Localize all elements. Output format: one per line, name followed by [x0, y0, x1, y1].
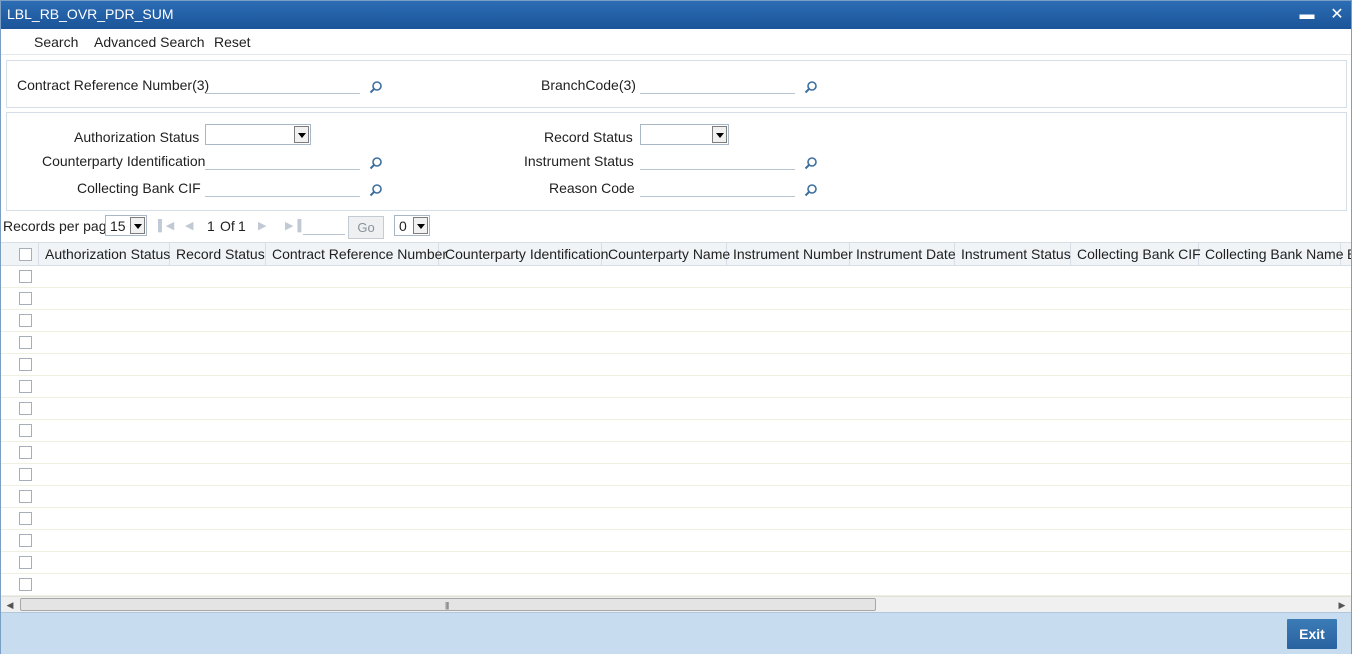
- table-row[interactable]: [1, 332, 1351, 354]
- row-checkbox[interactable]: [19, 446, 32, 459]
- advanced-search-menu[interactable]: Advanced Search: [94, 34, 205, 50]
- branch-code-lookup-icon[interactable]: [804, 80, 818, 94]
- next-page-icon[interactable]: ▶: [258, 220, 270, 232]
- contract-ref-input[interactable]: [205, 76, 360, 94]
- scroll-left-icon[interactable]: ◀: [5, 600, 15, 610]
- first-page-icon[interactable]: ▌◀: [158, 220, 174, 232]
- counterparty-id-label: Counterparty Identification: [42, 153, 206, 169]
- column-header[interactable]: Instrument Number: [727, 243, 853, 265]
- column-header[interactable]: Counterparty Identification: [439, 243, 608, 265]
- reset-menu[interactable]: Reset: [214, 34, 251, 50]
- goto-select[interactable]: 0: [394, 215, 430, 236]
- instrument-status-label: Instrument Status: [524, 153, 634, 169]
- collecting-bank-cif-lookup-icon[interactable]: [369, 183, 383, 197]
- table-row[interactable]: [1, 508, 1351, 530]
- authorization-status-select[interactable]: [205, 124, 311, 145]
- row-checkbox[interactable]: [19, 534, 32, 547]
- row-checkbox[interactable]: [19, 578, 32, 591]
- contract-ref-lookup-icon[interactable]: [369, 80, 383, 94]
- table-row[interactable]: [1, 552, 1351, 574]
- go-button[interactable]: Go: [348, 216, 384, 239]
- chevron-down-icon: [130, 217, 145, 234]
- grip-icon: |||: [445, 601, 449, 610]
- table-row[interactable]: [1, 574, 1351, 596]
- row-checkbox[interactable]: [19, 380, 32, 393]
- chevron-down-icon: [712, 126, 727, 143]
- previous-page-icon[interactable]: ◀: [185, 220, 197, 232]
- table-row[interactable]: [1, 398, 1351, 420]
- record-status-select[interactable]: [640, 124, 729, 145]
- of-label: Of: [220, 218, 235, 234]
- table-row[interactable]: [1, 464, 1351, 486]
- horizontal-scrollbar[interactable]: ◀ ||| ▶: [1, 596, 1351, 612]
- collecting-bank-cif-input[interactable]: [205, 179, 360, 197]
- column-header[interactable]: B: [1341, 243, 1351, 265]
- records-per-page-label: Records per page: [3, 218, 115, 234]
- collecting-bank-cif-label: Collecting Bank CIF: [77, 180, 201, 196]
- exit-button[interactable]: Exit: [1287, 619, 1337, 649]
- current-page: 1: [207, 218, 215, 234]
- row-checkbox[interactable]: [19, 556, 32, 569]
- row-checkbox[interactable]: [19, 468, 32, 481]
- table-row[interactable]: [1, 420, 1351, 442]
- row-checkbox[interactable]: [19, 336, 32, 349]
- table-row[interactable]: [1, 266, 1351, 288]
- column-header[interactable]: Authorization Status: [39, 243, 170, 265]
- column-header[interactable]: Record Status: [170, 243, 266, 265]
- row-checkbox[interactable]: [19, 314, 32, 327]
- grid-header: Authorization Status Record Status Contr…: [1, 242, 1351, 266]
- row-checkbox[interactable]: [19, 512, 32, 525]
- summary-window: LBL_RB_OVR_PDR_SUM ▬ ✕ Search Advanced S…: [0, 0, 1352, 654]
- row-checkbox[interactable]: [19, 402, 32, 415]
- column-header[interactable]: Collecting Bank Name: [1199, 243, 1344, 265]
- row-checkbox[interactable]: [19, 358, 32, 371]
- search-menu[interactable]: Search: [34, 34, 78, 50]
- table-row[interactable]: [1, 288, 1351, 310]
- instrument-status-lookup-icon[interactable]: [804, 156, 818, 170]
- goto-page-input[interactable]: [303, 217, 345, 235]
- last-page-icon[interactable]: ▶▐: [285, 220, 301, 232]
- reason-code-lookup-icon[interactable]: [804, 183, 818, 197]
- record-status-label: Record Status: [544, 129, 633, 145]
- menu-bar: Search Advanced Search Reset: [1, 29, 1351, 55]
- window-title: LBL_RB_OVR_PDR_SUM: [7, 6, 174, 22]
- chevron-down-icon: [294, 126, 309, 143]
- chevron-down-icon: [413, 217, 428, 234]
- footer-bar: Exit: [1, 612, 1351, 654]
- row-checkbox[interactable]: [19, 490, 32, 503]
- authorization-status-label: Authorization Status: [74, 129, 200, 145]
- column-header[interactable]: Collecting Bank CIF: [1071, 243, 1201, 265]
- checkbox-column-header: [1, 243, 39, 265]
- table-row[interactable]: [1, 530, 1351, 552]
- table-row[interactable]: [1, 376, 1351, 398]
- counterparty-id-lookup-icon[interactable]: [369, 156, 383, 170]
- total-pages: 1: [238, 218, 246, 234]
- minimize-icon[interactable]: ▬: [1297, 5, 1317, 25]
- column-header[interactable]: Counterparty Name: [602, 243, 730, 265]
- row-checkbox[interactable]: [19, 424, 32, 437]
- contract-ref-label: Contract Reference Number(3): [17, 77, 210, 93]
- column-header[interactable]: Contract Reference Number: [266, 243, 447, 265]
- branch-code-label: BranchCode(3): [541, 77, 636, 93]
- scrollbar-thumb[interactable]: |||: [20, 598, 876, 611]
- row-checkbox[interactable]: [19, 292, 32, 305]
- column-header[interactable]: Instrument Date: [850, 243, 956, 265]
- instrument-status-input[interactable]: [640, 152, 795, 170]
- column-header[interactable]: Instrument Status: [955, 243, 1071, 265]
- table-row[interactable]: [1, 354, 1351, 376]
- table-row[interactable]: [1, 442, 1351, 464]
- results-grid: Authorization Status Record Status Contr…: [1, 242, 1351, 596]
- pagination-bar: Records per page 15 ▌◀ ◀ 1 Of 1 ▶ ▶▐ Go …: [1, 213, 1351, 239]
- branch-code-input[interactable]: [640, 76, 795, 94]
- table-row[interactable]: [1, 310, 1351, 332]
- row-checkbox[interactable]: [19, 270, 32, 283]
- table-row[interactable]: [1, 486, 1351, 508]
- records-per-page-select[interactable]: 15: [105, 215, 147, 236]
- counterparty-id-input[interactable]: [205, 152, 360, 170]
- reason-code-input[interactable]: [640, 179, 795, 197]
- scroll-right-icon[interactable]: ▶: [1337, 600, 1347, 610]
- reason-code-label: Reason Code: [549, 180, 635, 196]
- title-bar: LBL_RB_OVR_PDR_SUM ▬ ✕: [1, 1, 1351, 29]
- close-icon[interactable]: ✕: [1327, 5, 1347, 25]
